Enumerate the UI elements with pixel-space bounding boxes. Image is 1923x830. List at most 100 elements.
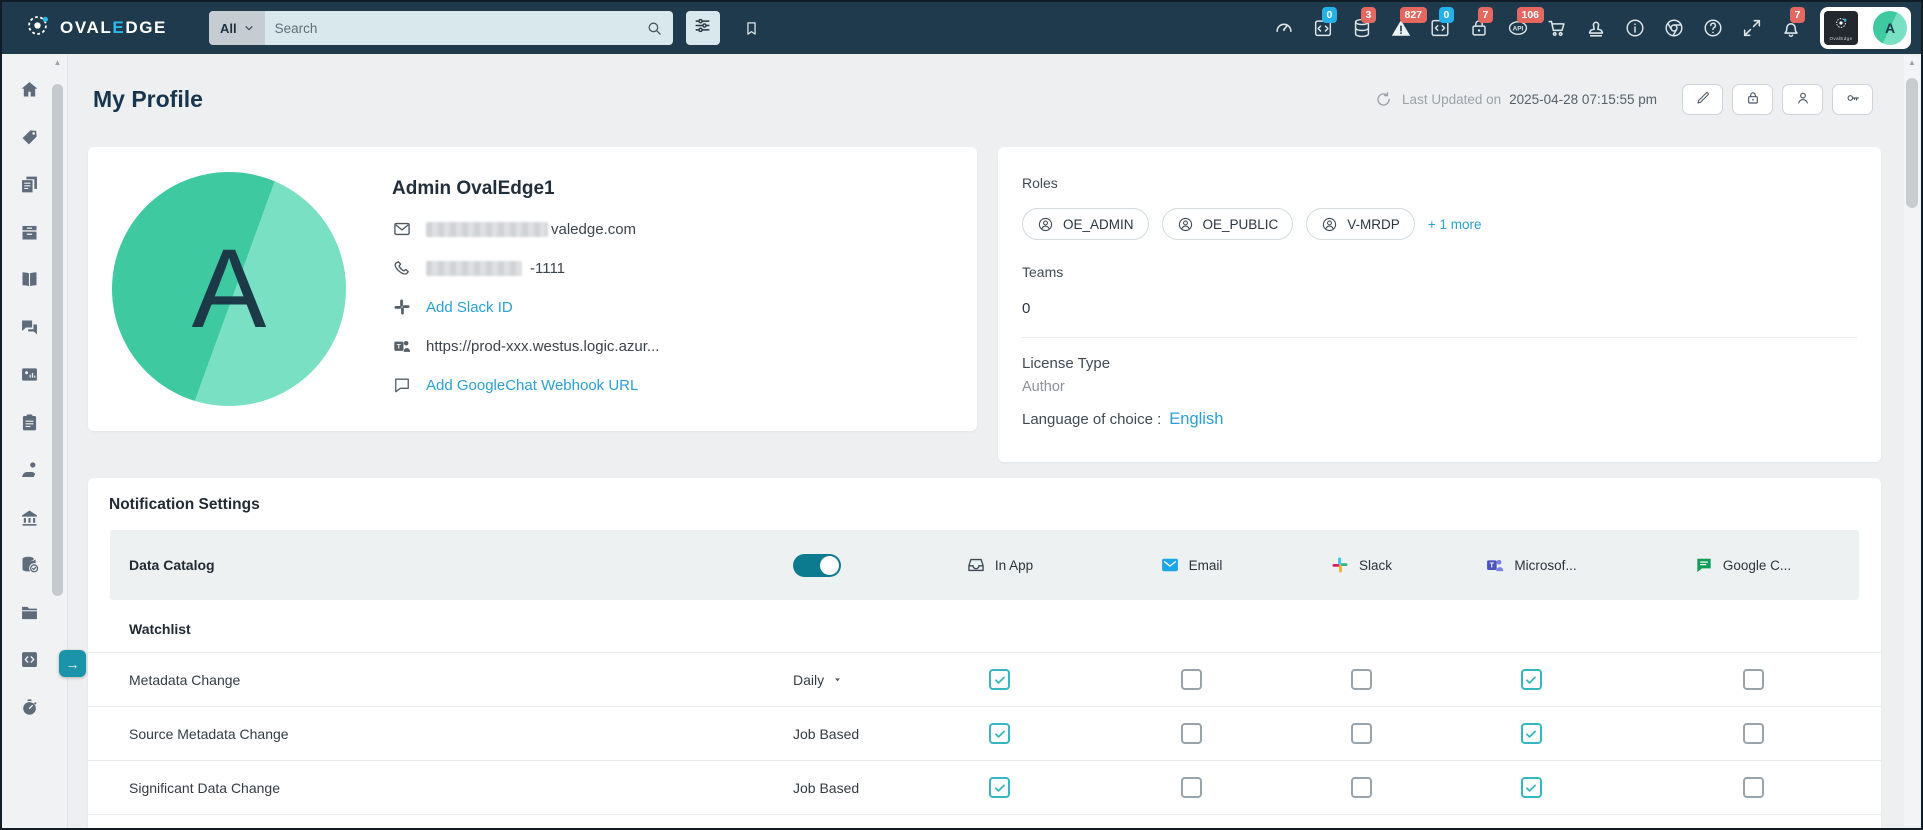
inbox-icon bbox=[966, 555, 986, 575]
queries-button[interactable]: 0 bbox=[1428, 16, 1452, 40]
ovaledge-logo[interactable]: OVALEDGE bbox=[24, 12, 167, 44]
envelope-icon bbox=[392, 219, 412, 239]
sidebar-item-query-sheet[interactable] bbox=[19, 649, 41, 670]
advanced-search-button[interactable] bbox=[686, 11, 720, 45]
language-value[interactable]: English bbox=[1169, 410, 1223, 429]
api-badge-count: 106 bbox=[1517, 7, 1544, 23]
book-icon bbox=[19, 269, 41, 290]
sidebar-scrollbar-thumb[interactable] bbox=[52, 84, 63, 596]
watchlist-rows: Metadata ChangeDailySource Metadata Chan… bbox=[88, 653, 1881, 815]
info-icon bbox=[1623, 17, 1647, 39]
notification-settings-card: Notification Settings Data Catalog In Ap… bbox=[88, 478, 1881, 828]
navbar-tools: 0382707API1067 bbox=[1272, 16, 1807, 40]
security-button[interactable]: 7 bbox=[1467, 16, 1491, 40]
search-scope-dropdown[interactable]: All bbox=[209, 11, 265, 45]
info-button[interactable] bbox=[1623, 16, 1647, 40]
sidebar-item-data-quality[interactable] bbox=[19, 554, 41, 575]
sidebar-item-certifications[interactable] bbox=[19, 174, 41, 195]
checkbox-cell bbox=[1626, 669, 1881, 690]
filter-sliders-icon bbox=[693, 16, 712, 40]
notification-checkbox[interactable] bbox=[989, 777, 1010, 798]
approvals-button[interactable] bbox=[1584, 16, 1608, 40]
notifications-button[interactable]: 7 bbox=[1779, 16, 1803, 40]
db-check-icon bbox=[19, 554, 41, 575]
help-button[interactable] bbox=[1701, 16, 1725, 40]
role-badge[interactable]: OE_ADMIN bbox=[1022, 208, 1149, 240]
user-account-button[interactable] bbox=[1782, 84, 1823, 115]
edit-profile-button[interactable] bbox=[1682, 84, 1723, 115]
avatar[interactable]: A bbox=[1873, 11, 1907, 45]
notification-checkbox[interactable] bbox=[1743, 669, 1764, 690]
frequency-dropdown[interactable]: Daily bbox=[793, 672, 903, 688]
search-input[interactable] bbox=[275, 21, 646, 36]
notification-checkbox[interactable] bbox=[1743, 723, 1764, 744]
sidebar-item-home[interactable] bbox=[19, 79, 41, 100]
health-dashboard-button[interactable] bbox=[1272, 16, 1296, 40]
notification-checkbox[interactable] bbox=[989, 669, 1010, 690]
scheduled-jobs-button[interactable]: 0 bbox=[1311, 16, 1335, 40]
data-alerts-badge-count: 3 bbox=[1361, 7, 1376, 23]
notification-checkbox[interactable] bbox=[1351, 723, 1372, 744]
phone-row: -1111 bbox=[392, 258, 659, 278]
api-button[interactable]: API106 bbox=[1506, 16, 1530, 40]
checkbox-cell bbox=[1286, 777, 1436, 798]
scheduled-jobs-badge-count: 0 bbox=[1322, 7, 1337, 23]
notification-checkbox[interactable] bbox=[1351, 777, 1372, 798]
roles-label: Roles bbox=[1022, 175, 1857, 191]
scroll-up-arrow-icon[interactable]: ▲ bbox=[52, 57, 63, 69]
notification-checkbox[interactable] bbox=[1743, 777, 1764, 798]
browser-extension-button[interactable] bbox=[1662, 16, 1686, 40]
notification-checkbox[interactable] bbox=[1181, 723, 1202, 744]
sidebar-item-governance[interactable] bbox=[19, 459, 41, 480]
sidebar-item-business-glossary[interactable] bbox=[19, 269, 41, 290]
sidebar-item-file-manager[interactable] bbox=[19, 602, 41, 623]
sidebar-item-tags[interactable] bbox=[19, 127, 41, 148]
search-icon bbox=[646, 20, 663, 37]
gchat-row: Add GoogleChat Webhook URL bbox=[392, 375, 659, 395]
page-scrollbar[interactable]: ▲ bbox=[1904, 56, 1920, 826]
gauge-icon bbox=[1272, 17, 1296, 39]
sidebar-item-projects[interactable] bbox=[19, 412, 41, 433]
sidebar-item-jobs[interactable] bbox=[19, 697, 41, 718]
data-alerts-button[interactable]: 3 bbox=[1350, 16, 1374, 40]
add-slack-id-link[interactable]: Add Slack ID bbox=[426, 299, 513, 316]
sidebar-scrollbar[interactable]: ▲ bbox=[52, 57, 63, 825]
question-icon bbox=[1701, 17, 1725, 39]
alerts-button[interactable]: 827 bbox=[1389, 16, 1413, 40]
fullscreen-button[interactable] bbox=[1740, 16, 1764, 40]
watchlist-row: Significant Data ChangeJob Based bbox=[88, 761, 1881, 815]
search-field-wrap bbox=[265, 11, 673, 45]
scroll-up-arrow-icon[interactable]: ▲ bbox=[1904, 56, 1920, 70]
change-password-button[interactable] bbox=[1732, 84, 1773, 115]
profile-avatar: A bbox=[112, 172, 346, 406]
more-roles-link[interactable]: + 1 more bbox=[1428, 217, 1482, 232]
notification-checkbox[interactable] bbox=[1351, 669, 1372, 690]
teams-webhook-value[interactable]: https://prod-xxx.westus.logic.azur... bbox=[426, 338, 659, 355]
language-row: Language of choice : English bbox=[1022, 410, 1857, 429]
sidebar-item-data-stories[interactable] bbox=[19, 364, 41, 385]
search-scope-label: All bbox=[220, 21, 237, 36]
notification-checkbox[interactable] bbox=[1181, 669, 1202, 690]
arrow-right-icon: → bbox=[66, 656, 80, 672]
role-badge[interactable]: V-MRDP bbox=[1306, 208, 1415, 240]
notification-checkbox[interactable] bbox=[1521, 777, 1542, 798]
user-profile-chip[interactable]: OvalEdge A bbox=[1820, 7, 1911, 49]
data-catalog-toggle[interactable] bbox=[793, 554, 841, 577]
checkbox-cell bbox=[1626, 777, 1881, 798]
checkbox-cell bbox=[903, 723, 1096, 744]
saved-searches-button[interactable] bbox=[743, 20, 760, 37]
page-scrollbar-thumb[interactable] bbox=[1906, 78, 1918, 208]
notification-checkbox[interactable] bbox=[1181, 777, 1202, 798]
access-key-button[interactable] bbox=[1832, 84, 1873, 115]
slack-icon bbox=[392, 297, 412, 317]
cart-button[interactable] bbox=[1545, 16, 1569, 40]
add-gchat-webhook-link[interactable]: Add GoogleChat Webhook URL bbox=[426, 377, 638, 394]
sidebar-item-compliance[interactable] bbox=[19, 507, 41, 528]
sidebar-expand-button[interactable]: → bbox=[59, 650, 86, 677]
notification-checkbox[interactable] bbox=[1521, 723, 1542, 744]
sidebar-item-data-catalog[interactable] bbox=[19, 222, 41, 243]
role-badge[interactable]: OE_PUBLIC bbox=[1162, 208, 1294, 240]
sidebar-item-collaboration[interactable] bbox=[19, 317, 41, 338]
notification-checkbox[interactable] bbox=[1521, 669, 1542, 690]
notification-checkbox[interactable] bbox=[989, 723, 1010, 744]
